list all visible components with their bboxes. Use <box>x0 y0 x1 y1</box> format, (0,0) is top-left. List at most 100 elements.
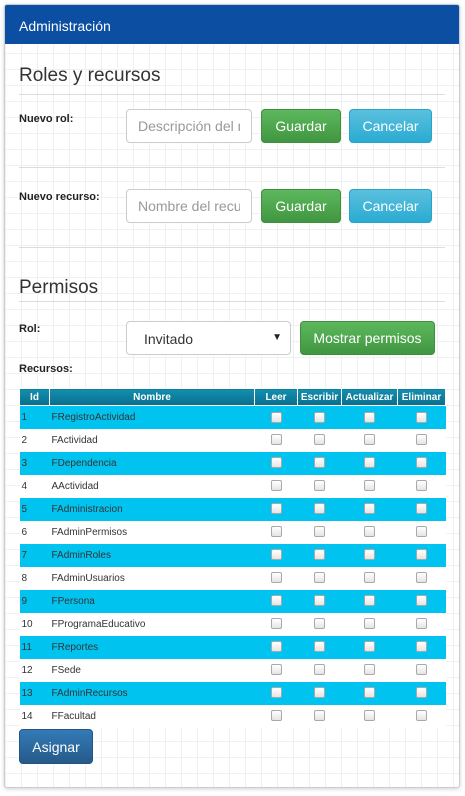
update-checkbox[interactable] <box>364 526 375 538</box>
update-checkbox[interactable] <box>364 595 375 607</box>
read-checkbox[interactable] <box>270 503 282 515</box>
delete-checkbox[interactable] <box>416 664 427 676</box>
read-checkbox[interactable] <box>270 618 282 630</box>
permission-cell-update <box>341 681 398 705</box>
update-checkbox[interactable] <box>364 411 375 423</box>
update-checkbox[interactable] <box>364 664 375 676</box>
permission-cell-update <box>341 428 398 452</box>
update-checkbox[interactable] <box>364 457 375 469</box>
permission-cell-update <box>341 658 398 682</box>
resource-name: FReportes <box>49 635 255 659</box>
permission-cell-read <box>254 566 298 590</box>
new-resource-input[interactable] <box>126 189 252 223</box>
read-checkbox[interactable] <box>270 480 282 492</box>
delete-checkbox[interactable] <box>416 526 427 538</box>
permission-cell-write <box>297 704 342 728</box>
cancel-role-button[interactable]: Cancelar <box>349 109 432 143</box>
delete-checkbox[interactable] <box>416 434 427 446</box>
permission-cell-read <box>254 451 298 475</box>
permission-cell-update <box>341 543 398 567</box>
permission-cell-read <box>254 635 298 659</box>
table-row: 14 FFacultad <box>19 704 446 728</box>
update-checkbox[interactable] <box>364 503 375 515</box>
write-checkbox[interactable] <box>314 457 325 469</box>
resource-id: 7 <box>19 543 50 567</box>
read-checkbox[interactable] <box>270 595 282 607</box>
read-checkbox[interactable] <box>270 664 282 676</box>
permission-cell-update <box>341 635 398 659</box>
update-checkbox[interactable] <box>364 618 375 630</box>
read-checkbox[interactable] <box>270 710 282 722</box>
assign-button[interactable]: Asignar <box>19 729 93 764</box>
write-checkbox[interactable] <box>314 411 325 423</box>
save-role-button[interactable]: Guardar <box>261 109 341 143</box>
read-checkbox[interactable] <box>270 434 282 446</box>
permissions-table: Id Nombre Leer Escribir Actualizar Elimi… <box>19 388 446 728</box>
read-checkbox[interactable] <box>270 411 282 423</box>
new-role-input[interactable] <box>126 109 252 143</box>
delete-checkbox[interactable] <box>416 641 427 653</box>
update-checkbox[interactable] <box>364 480 375 492</box>
table-row: 8 FAdminUsuarios <box>19 566 446 590</box>
write-checkbox[interactable] <box>314 710 325 722</box>
delete-checkbox[interactable] <box>416 572 427 584</box>
write-checkbox[interactable] <box>314 480 325 492</box>
column-header-update: Actualizar <box>341 388 398 406</box>
update-checkbox[interactable] <box>364 687 375 699</box>
permission-cell-write <box>297 520 342 544</box>
update-checkbox[interactable] <box>364 549 375 561</box>
permission-cell-write <box>297 451 342 475</box>
delete-checkbox[interactable] <box>416 710 427 722</box>
write-checkbox[interactable] <box>314 526 325 538</box>
update-checkbox[interactable] <box>364 710 375 722</box>
delete-checkbox[interactable] <box>416 595 427 607</box>
new-role-label: Nuevo rol: <box>19 113 74 125</box>
delete-checkbox[interactable] <box>416 687 427 699</box>
delete-checkbox[interactable] <box>416 549 427 561</box>
permission-cell-update <box>341 566 398 590</box>
read-checkbox[interactable] <box>270 572 282 584</box>
delete-checkbox[interactable] <box>416 480 427 492</box>
read-checkbox[interactable] <box>270 526 282 538</box>
write-checkbox[interactable] <box>314 434 325 446</box>
role-select[interactable]: Invitado ▼ <box>126 321 291 355</box>
column-header-id: Id <box>19 388 50 406</box>
permission-cell-delete <box>397 589 446 613</box>
table-row: 4 AActividad <box>19 474 446 498</box>
resource-name: FAdminRecursos <box>49 681 255 705</box>
show-permissions-button[interactable]: Mostrar permisos <box>300 321 435 355</box>
delete-checkbox[interactable] <box>416 618 427 630</box>
delete-checkbox[interactable] <box>416 411 427 423</box>
write-checkbox[interactable] <box>314 572 325 584</box>
resource-name: FAdminUsuarios <box>49 566 255 590</box>
write-checkbox[interactable] <box>314 549 325 561</box>
resource-id: 13 <box>19 681 50 705</box>
new-resource-label: Nuevo recurso: <box>19 191 100 203</box>
write-checkbox[interactable] <box>314 664 325 676</box>
write-checkbox[interactable] <box>314 595 325 607</box>
update-checkbox[interactable] <box>364 572 375 584</box>
delete-checkbox[interactable] <box>416 503 427 515</box>
read-checkbox[interactable] <box>270 687 282 699</box>
permission-cell-read <box>254 589 298 613</box>
write-checkbox[interactable] <box>314 641 325 653</box>
resource-name: FAdministracion <box>49 497 255 521</box>
cancel-resource-button[interactable]: Cancelar <box>349 189 432 223</box>
panel-header: Administración <box>5 5 459 44</box>
write-checkbox[interactable] <box>314 687 325 699</box>
admin-panel: Administración Roles y recursos Nuevo ro… <box>4 4 460 788</box>
table-row: 2 FActividad <box>19 428 446 452</box>
write-checkbox[interactable] <box>314 618 325 630</box>
permission-cell-read <box>254 428 298 452</box>
read-checkbox[interactable] <box>270 457 282 469</box>
update-checkbox[interactable] <box>364 434 375 446</box>
read-checkbox[interactable] <box>270 549 282 561</box>
save-resource-button[interactable]: Guardar <box>261 189 341 223</box>
table-row: 13 FAdminRecursos <box>19 681 446 705</box>
delete-checkbox[interactable] <box>416 457 427 469</box>
write-checkbox[interactable] <box>314 503 325 515</box>
divider <box>19 94 445 95</box>
permission-cell-delete <box>397 566 446 590</box>
read-checkbox[interactable] <box>270 641 282 653</box>
update-checkbox[interactable] <box>364 641 375 653</box>
